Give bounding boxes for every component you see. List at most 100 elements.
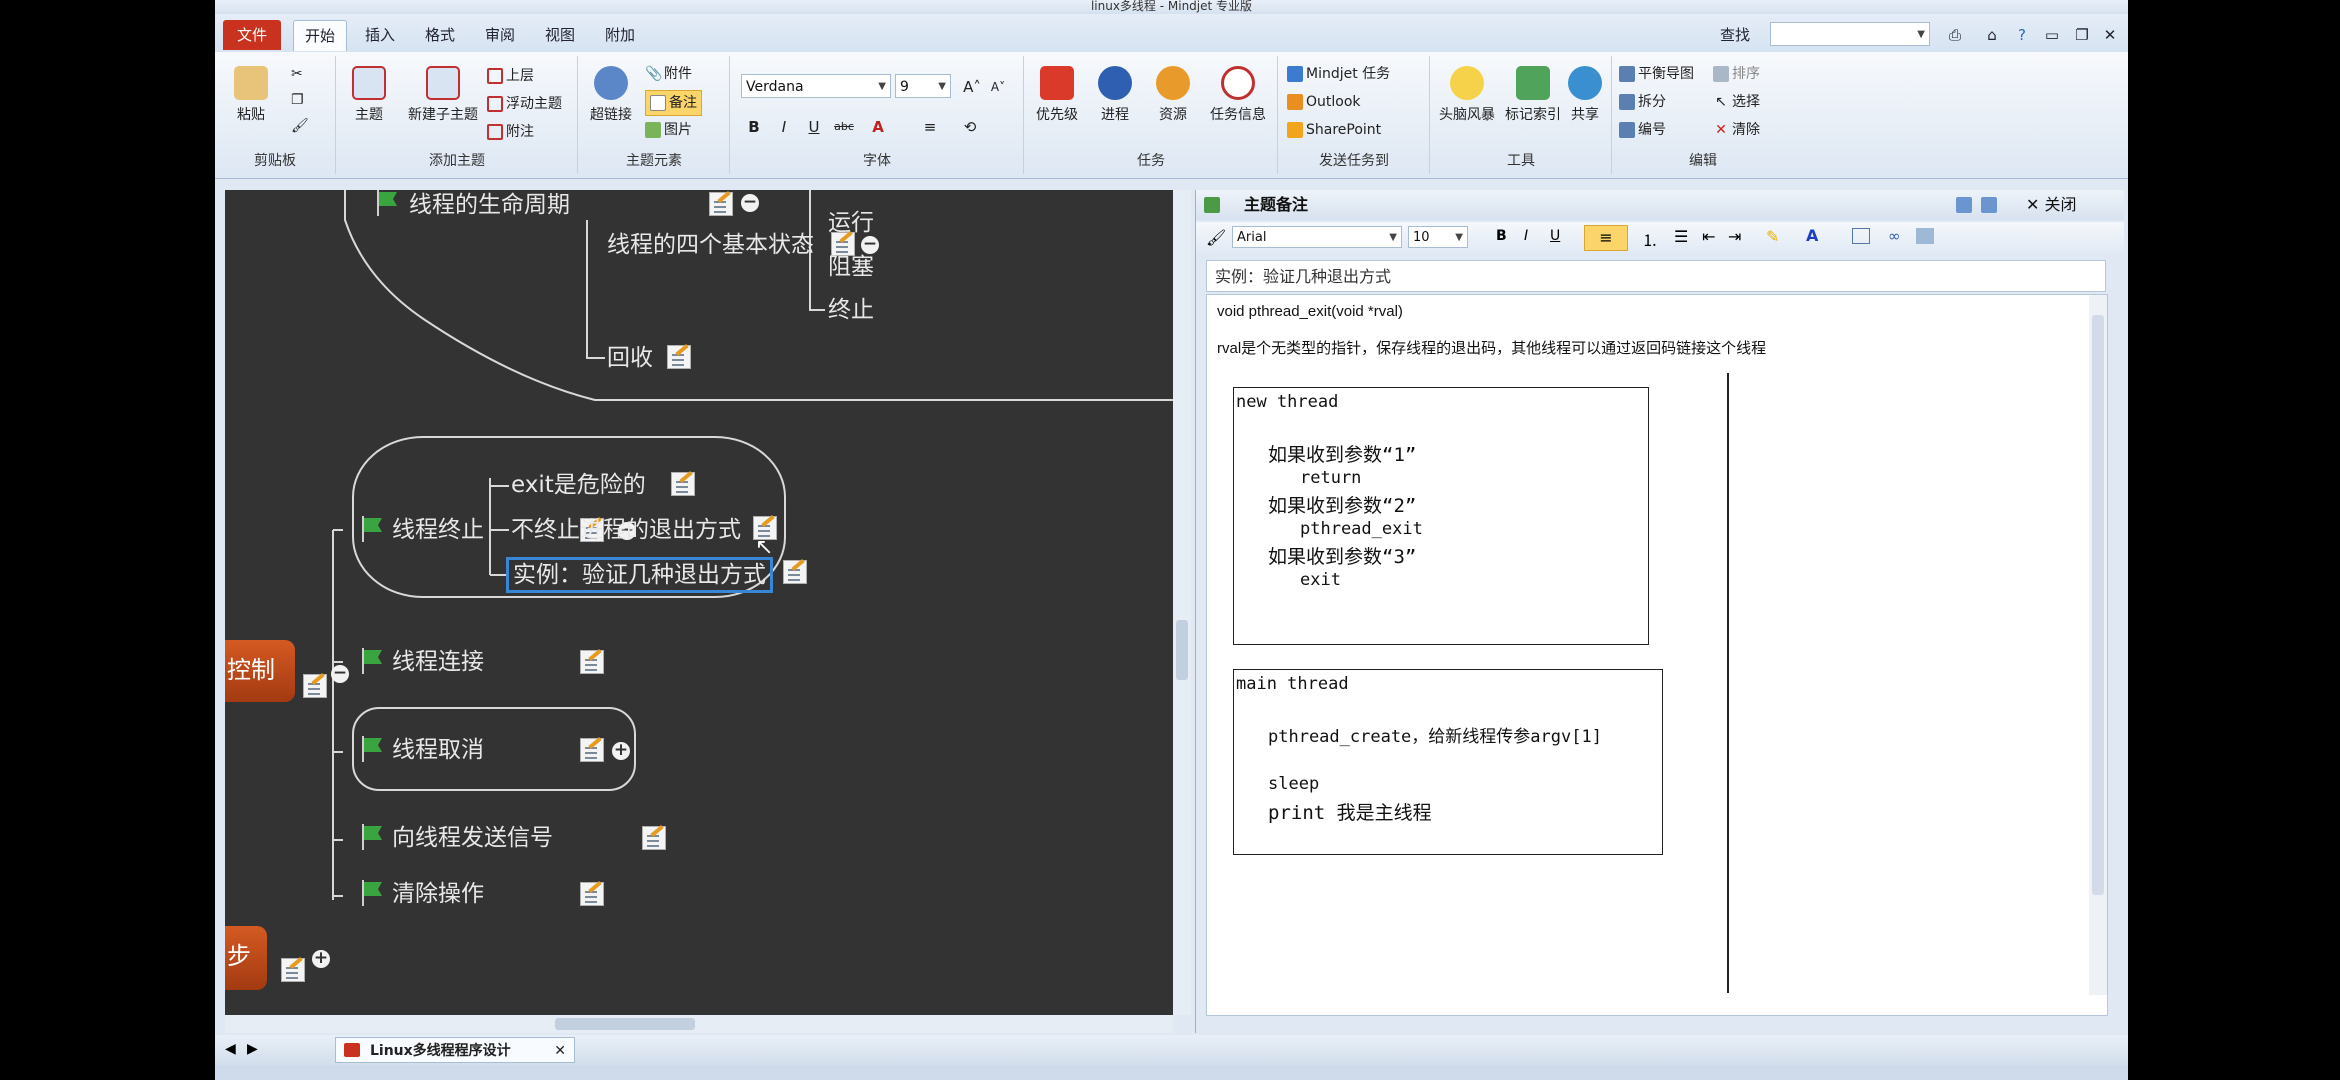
topic-state-blocked[interactable]: 阻塞 [828, 252, 874, 282]
balance-map-button[interactable]: 平衡导图 [1619, 62, 1694, 86]
restore-icon[interactable]: ❐ [2070, 20, 2094, 50]
marker-index-button[interactable]: 标记索引 [1501, 64, 1565, 146]
outlook-button[interactable]: Outlook [1287, 90, 1361, 114]
sort-button[interactable]: 排序 [1713, 62, 1760, 86]
notes-vertical-scrollbar[interactable] [2089, 295, 2107, 995]
notes-check-icon[interactable] [1204, 197, 1220, 213]
image-icon[interactable] [1916, 228, 1934, 244]
topic-thread-join[interactable]: 线程连接 [392, 647, 484, 677]
expand-icon[interactable]: + [612, 742, 630, 760]
align-icon[interactable]: ≡ [917, 114, 943, 140]
notes-size-select[interactable]: 10 ▼ [1408, 226, 1468, 248]
priority-button[interactable]: 优先级 [1029, 64, 1085, 146]
topic-sync[interactable]: 步 [225, 926, 267, 990]
notes-font-select[interactable]: Arial ▼ [1232, 226, 1402, 248]
notes-bold-button[interactable]: B [1496, 228, 1507, 244]
table-icon[interactable] [1852, 228, 1870, 244]
resource-button[interactable]: 资源 [1145, 64, 1201, 146]
strikethrough-button[interactable]: abc [831, 114, 857, 140]
parent-topic-button[interactable]: 上层 [487, 64, 534, 88]
home-icon[interactable]: ⌂ [1980, 20, 2004, 50]
paste-button[interactable]: 粘贴 [223, 64, 279, 146]
notes-editor[interactable]: void pthread_exit(void *rval) rval是个无类型的… [1206, 294, 2108, 1016]
notes-button[interactable]: 备注 [645, 90, 702, 116]
note-icon[interactable] [667, 345, 691, 369]
tab-scroll-left-icon[interactable]: ◀ [225, 1041, 236, 1057]
expand-icon[interactable]: + [312, 950, 330, 968]
sharepoint-button[interactable]: SharePoint [1287, 118, 1381, 142]
topic-thread-cancel[interactable]: 线程取消 [392, 735, 484, 765]
help-icon[interactable]: ? [2010, 20, 2034, 50]
numbered-list-icon[interactable]: ⒈ [1642, 227, 1658, 251]
topic-state-terminated[interactable]: 终止 [828, 295, 874, 325]
close-tab-icon[interactable]: ✕ [554, 1038, 566, 1064]
note-icon[interactable] [580, 738, 604, 762]
note-icon[interactable] [580, 650, 604, 674]
scroll-thumb[interactable] [2092, 315, 2104, 895]
clear-button[interactable]: ✕ 清除 [1713, 118, 1760, 142]
topic-non-terminating-exit[interactable]: 不终止进程的退出方式 [511, 515, 741, 545]
canvas-horizontal-scrollbar[interactable] [225, 1015, 1173, 1033]
grow-font-icon[interactable]: A˄ [959, 74, 985, 100]
scroll-thumb[interactable] [1176, 620, 1188, 680]
topic-button[interactable]: 主题 [341, 64, 397, 146]
topic-example-exit-methods[interactable]: 实例：验证几种退出方式 [506, 557, 773, 593]
chevron-down-icon[interactable]: ▼ [1917, 23, 1925, 47]
mindmap-canvas[interactable]: 线程的生命周期 − 线程的四个基本状态 − 运行 阻塞 终止 回收 线程终止 −… [225, 190, 1173, 1015]
collapse-icon[interactable]: − [741, 194, 759, 212]
search-input[interactable]: ▼ [1770, 22, 1930, 46]
link-icon[interactable]: ∞ [1888, 227, 1901, 245]
document-tab[interactable]: Linux多线程程序设计 ✕ [335, 1037, 575, 1063]
topic-lifecycle[interactable]: 线程的生命周期 [409, 190, 570, 220]
tab-view[interactable]: 视图 [535, 20, 585, 50]
format-painter-icon[interactable]: 🖌 [1206, 228, 1226, 247]
topic-control[interactable]: 控制 [225, 640, 295, 702]
split-button[interactable]: 拆分 [1619, 90, 1666, 114]
tab-review[interactable]: 审阅 [475, 20, 525, 50]
printer-icon[interactable]: ⎙ [1940, 20, 1970, 50]
brainstorm-button[interactable]: 头脑风暴 [1435, 64, 1499, 146]
minimize-icon[interactable]: ▭ [2040, 20, 2064, 50]
tab-scroll-right-icon[interactable]: ▶ [247, 1041, 258, 1057]
bold-button[interactable]: B [741, 114, 767, 140]
tab-format[interactable]: 格式 [415, 20, 465, 50]
topic-state-running[interactable]: 运行 [828, 208, 874, 238]
topic-thread-termination[interactable]: 线程终止 [392, 515, 484, 545]
bullet-list-icon[interactable]: ☰ [1674, 227, 1688, 246]
tab-insert[interactable]: 插入 [355, 20, 405, 50]
tab-addons[interactable]: 附加 [595, 20, 645, 50]
note-icon[interactable] [671, 472, 695, 496]
floating-topic-button[interactable]: 浮动主题 [487, 92, 562, 116]
note-icon[interactable] [642, 826, 666, 850]
highlight-icon[interactable]: ✎ [1766, 227, 1779, 246]
task-info-button[interactable]: 任务信息 [1203, 64, 1273, 146]
hyperlink-button[interactable]: 超链接 [583, 64, 639, 146]
numbering-button[interactable]: 编号 [1619, 118, 1666, 142]
topic-send-signal[interactable]: 向线程发送信号 [392, 823, 553, 853]
outdent-icon[interactable]: ⇤ [1702, 227, 1715, 246]
note-icon[interactable] [303, 674, 327, 698]
format-painter-icon[interactable]: 🖌 [291, 114, 309, 138]
indent-icon[interactable]: ⇥ [1728, 227, 1741, 246]
note-icon[interactable] [580, 882, 604, 906]
notes-export-icon[interactable] [1981, 197, 1997, 213]
topic-cleanup[interactable]: 清除操作 [392, 879, 484, 909]
tab-start[interactable]: 开始 [293, 20, 347, 51]
topic-exit-dangerous[interactable]: exit是危险的 [511, 470, 646, 500]
attachment-button[interactable]: 📎 附件 [645, 62, 692, 86]
cut-icon[interactable]: ✂ [291, 62, 303, 86]
notes-italic-button[interactable]: I [1524, 228, 1528, 244]
scroll-thumb[interactable] [555, 1018, 695, 1030]
note-icon[interactable] [709, 192, 733, 216]
notes-align-left-icon[interactable]: ≡ [1584, 225, 1628, 251]
select-button[interactable]: ↖ 选择 [1713, 90, 1760, 114]
notes-underline-button[interactable]: U [1550, 228, 1560, 244]
canvas-vertical-scrollbar[interactable] [1173, 190, 1191, 1015]
close-icon[interactable]: ✕ [2098, 20, 2122, 50]
tab-file[interactable]: 文件 [223, 20, 281, 50]
font-color-icon[interactable]: A [865, 114, 891, 140]
callout-button[interactable]: 附注 [487, 120, 534, 144]
topic-reclaim[interactable]: 回收 [607, 343, 653, 373]
notes-font-color-icon[interactable]: A [1806, 226, 1818, 245]
underline-button[interactable]: U [801, 114, 827, 140]
